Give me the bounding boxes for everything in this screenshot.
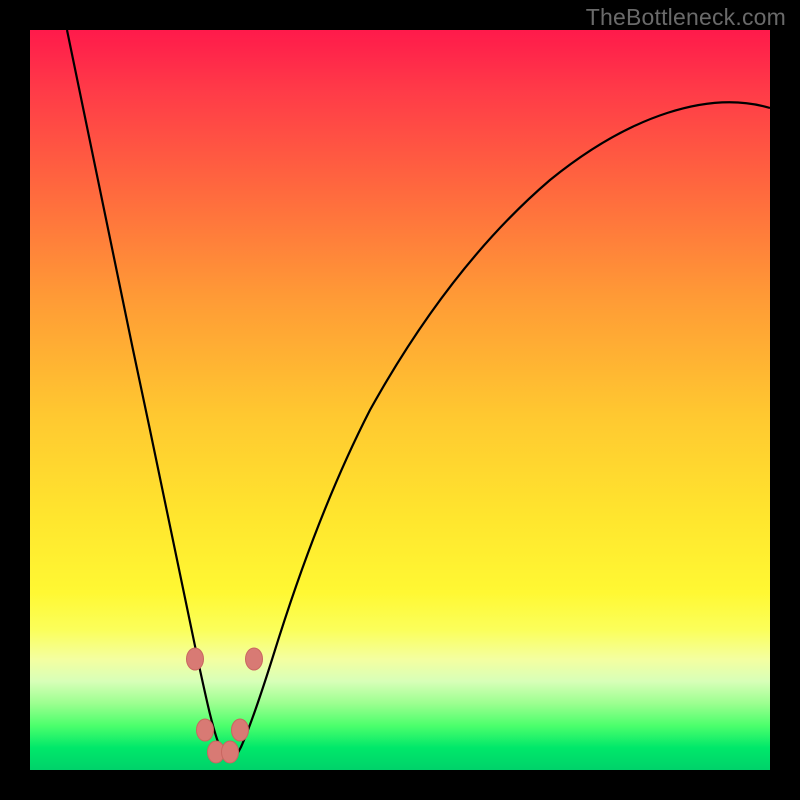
watermark-text: TheBottleneck.com [586,4,786,31]
curve-marker [187,648,204,670]
bottleneck-curve [67,30,770,759]
chart-frame: TheBottleneck.com [0,0,800,800]
curve-marker [197,719,214,741]
marker-group [187,648,263,763]
plot-area [30,30,770,770]
curve-marker [232,719,249,741]
curve-marker [246,648,263,670]
chart-svg [30,30,770,770]
curve-marker [222,741,239,763]
